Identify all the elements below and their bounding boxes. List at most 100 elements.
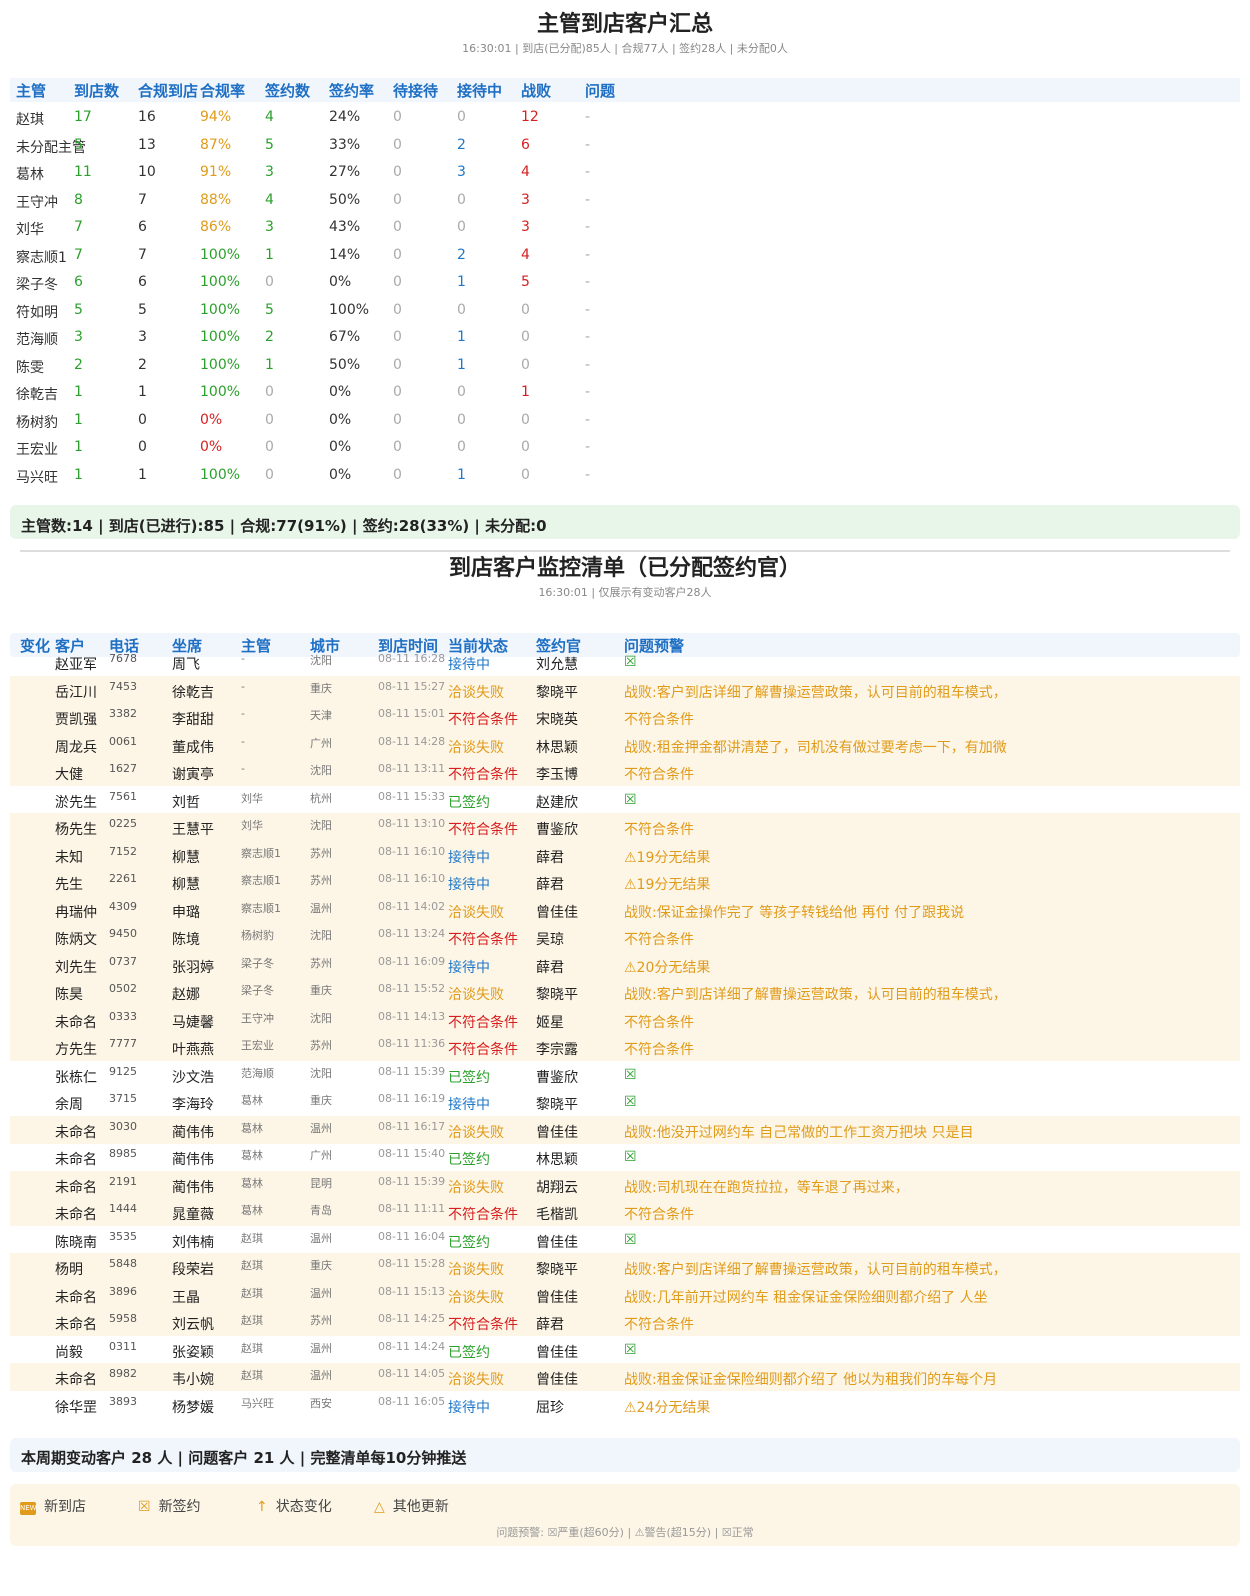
manager-row: 王宏业 1 0 0% 0 0% 0 0 0 - bbox=[10, 434, 1240, 461]
cell-customer-name: 未命名 bbox=[55, 1372, 97, 1388]
cell-customer-phone: 9450 bbox=[109, 927, 137, 940]
cell-customer-phone: 2261 bbox=[109, 872, 137, 885]
cell-officer-name: 毛楷凯 bbox=[536, 1207, 578, 1223]
cell-compliant: 13 bbox=[138, 136, 156, 153]
manager-table-header: 主管 到店数 合规到店 合规率 签约数 签约率 待接待 接待中 战败 问题 bbox=[10, 78, 1240, 102]
cell-compliant: 6 bbox=[138, 219, 147, 235]
cell-waiting: 0 bbox=[393, 384, 402, 400]
customer-row: 岳江川 7453 徐乾吉 - 重庆 08-11 15:27 洽谈失败 黎晓平 战败:客户到店详细… bbox=[10, 675, 1240, 704]
customer-row: 刘先生 0737 张羽婷 梁子冬 苏州 08-11 16:09 接待中 薛君 ⚠20分无结果 bbox=[10, 950, 1240, 979]
cell-arrivals: 7 bbox=[74, 246, 83, 263]
cell-signed: 0 bbox=[265, 411, 274, 428]
cell-arrivals: 6 bbox=[74, 274, 83, 290]
cell-arrivals: 1 bbox=[74, 384, 83, 400]
cell-issues: - bbox=[585, 439, 591, 455]
cell-in-reception: 0 bbox=[457, 109, 466, 125]
manager-row: 马兴旺 1 1 100% 0 0% 0 1 0 - bbox=[10, 462, 1240, 489]
cell-signed: 0 bbox=[265, 466, 274, 483]
cell-manager-name: 王宏业 bbox=[16, 442, 58, 458]
cell-arrivals: 17 bbox=[74, 109, 92, 125]
cell-officer-name: 胡翔云 bbox=[536, 1179, 578, 1196]
cell-city: 广州 bbox=[310, 736, 332, 750]
cell-officer-name: 曾佳佳 bbox=[536, 904, 578, 921]
cell-supervisor-name: 察志顺1 bbox=[241, 874, 281, 887]
cell-compliance-rate: 100% bbox=[200, 466, 241, 483]
cell-status: 洽谈失败 bbox=[448, 739, 504, 756]
cell-compliant: 10 bbox=[138, 164, 156, 180]
customer-row: 先生 2261 柳慧 察志顺1 苏州 08-11 16:10 接待中 薛君 ⚠19分无结果 bbox=[10, 868, 1240, 896]
cell-signed: 4 bbox=[265, 109, 274, 125]
cell-customer-phone: 7777 bbox=[109, 1037, 137, 1050]
legend-sign: ☒ 新签约 bbox=[138, 1496, 201, 1516]
cell-arrivals: 5 bbox=[74, 301, 83, 318]
cell-alert: 战败:客户到店详细了解曹操运营政策，认可目前的租车模式， bbox=[624, 684, 1007, 701]
cell-compliance-rate: 0% bbox=[200, 439, 223, 455]
cell-alert: ⚠20分无结果 bbox=[624, 959, 711, 976]
cell-manager-name: 赵琪 bbox=[16, 112, 44, 128]
cell-customer-name: 大健 bbox=[55, 767, 83, 783]
cell-arrival-time: 08-11 14:24 bbox=[378, 1339, 446, 1353]
cell-manager-name: 符如明 bbox=[16, 304, 58, 321]
cell-customer-phone: 0333 bbox=[109, 1009, 137, 1023]
cell-supervisor-name: 杨树豹 bbox=[241, 929, 274, 942]
cell-customer-phone: 0225 bbox=[109, 817, 137, 830]
cell-arrival-time: 08-11 13:24 bbox=[378, 927, 446, 940]
cell-agent-name: 张羽婷 bbox=[172, 959, 214, 976]
cell-status: 已签约 bbox=[448, 1069, 490, 1086]
cell-status: 洽谈失败 bbox=[448, 684, 504, 701]
cell-in-reception: 2 bbox=[457, 246, 466, 263]
cell-city: 温州 bbox=[310, 1286, 332, 1300]
cell-sign-rate: 0% bbox=[329, 439, 352, 455]
cell-agent-name: 沙文浩 bbox=[172, 1069, 214, 1086]
cell-sign-rate: 14% bbox=[329, 246, 361, 263]
cell-waiting: 0 bbox=[393, 136, 402, 153]
cell-officer-name: 黎晓平 bbox=[536, 1262, 578, 1278]
cell-compliance-rate: 91% bbox=[200, 164, 232, 180]
cell-waiting: 0 bbox=[393, 411, 402, 428]
cell-arrival-time: 08-11 14:05 bbox=[378, 1367, 446, 1380]
cell-alert: ☒ bbox=[624, 1094, 637, 1110]
cell-compliant: 5 bbox=[138, 301, 147, 318]
cell-alert: ☒ bbox=[624, 1066, 637, 1083]
cell-alert: 战败:租金押金都讲清楚了，司机没有做过要考虑一下，有加微 bbox=[624, 739, 1007, 756]
cell-agent-name: 马婕馨 bbox=[172, 1014, 214, 1031]
customer-row: 周龙兵 0061 董成伟 - 广州 08-11 14:28 洽谈失败 林思颖 战败:租金押金都讲… bbox=[10, 730, 1240, 759]
cell-alert: ⚠24分无结果 bbox=[624, 1399, 711, 1416]
cell-lost: 0 bbox=[521, 301, 530, 318]
cell-lost: 3 bbox=[521, 219, 530, 235]
legend-new: NEW 新到店 bbox=[20, 1496, 86, 1516]
customer-row: 尚毅 0311 张姿颖 赵琪 温州 08-11 14:24 已签约 曾佳佳 ☒ bbox=[10, 1336, 1240, 1364]
cell-customer-name: 赵亚军 bbox=[55, 657, 97, 673]
cell-officer-name: 薛君 bbox=[536, 959, 564, 976]
customer-row: 余周 3715 李海玲 葛林 重庆 08-11 16:19 接待中 黎晓平 ☒ bbox=[10, 1088, 1240, 1116]
cell-alert: ☒ bbox=[624, 654, 637, 670]
customer-row: 未命名 8982 韦小婉 赵琪 温州 08-11 14:05 洽谈失败 曾佳佳 战败:租金保证金… bbox=[10, 1363, 1240, 1391]
cell-supervisor-name: 察志顺1 bbox=[241, 846, 281, 860]
cell-issues: - bbox=[585, 274, 591, 290]
cell-arrival-time: 08-11 16:28 bbox=[378, 652, 446, 665]
cell-waiting: 0 bbox=[393, 219, 402, 235]
cell-signed: 1 bbox=[265, 246, 274, 263]
cell-status: 不符合条件 bbox=[448, 1042, 518, 1058]
cell-customer-phone: 3030 bbox=[109, 1119, 137, 1133]
customer-row: 未命名 3896 王晶 赵琪 温州 08-11 15:13 洽谈失败 曾佳佳 战败:几年前开过网… bbox=[10, 1280, 1240, 1309]
cell-supervisor-name: 赵琪 bbox=[241, 1259, 263, 1272]
cell-arrivals: 11 bbox=[74, 164, 92, 180]
cell-customer-name: 岳江川 bbox=[55, 684, 97, 701]
customer-row: 徐华罡 3893 杨梦媛 马兴旺 西安 08-11 16:05 接待中 屈珍 ⚠24分无结果 bbox=[10, 1391, 1240, 1419]
signed-icon: ☒ bbox=[138, 1499, 151, 1515]
cell-customer-name: 未命名 bbox=[55, 1289, 97, 1306]
cell-status: 不符合条件 bbox=[448, 767, 518, 783]
cell-signed: 0 bbox=[265, 274, 274, 290]
cell-city: 杭州 bbox=[310, 791, 332, 805]
cell-alert: ☒ bbox=[624, 1149, 637, 1165]
cell-waiting: 0 bbox=[393, 329, 402, 345]
cell-supervisor-name: 葛林 bbox=[241, 1094, 263, 1107]
cell-arrival-time: 08-11 14:02 bbox=[378, 899, 446, 913]
col-arrivals: 到店数 bbox=[74, 82, 120, 100]
cell-in-reception: 0 bbox=[457, 411, 466, 428]
cell-city: 苏州 bbox=[310, 956, 332, 970]
cell-customer-name: 杨明 bbox=[55, 1262, 83, 1278]
cell-customer-name: 先生 bbox=[55, 877, 83, 893]
customer-row: 未命名 0333 马婕馨 王守冲 沈阳 08-11 14:13 不符合条件 姬星 不符合条件 bbox=[10, 1005, 1240, 1034]
